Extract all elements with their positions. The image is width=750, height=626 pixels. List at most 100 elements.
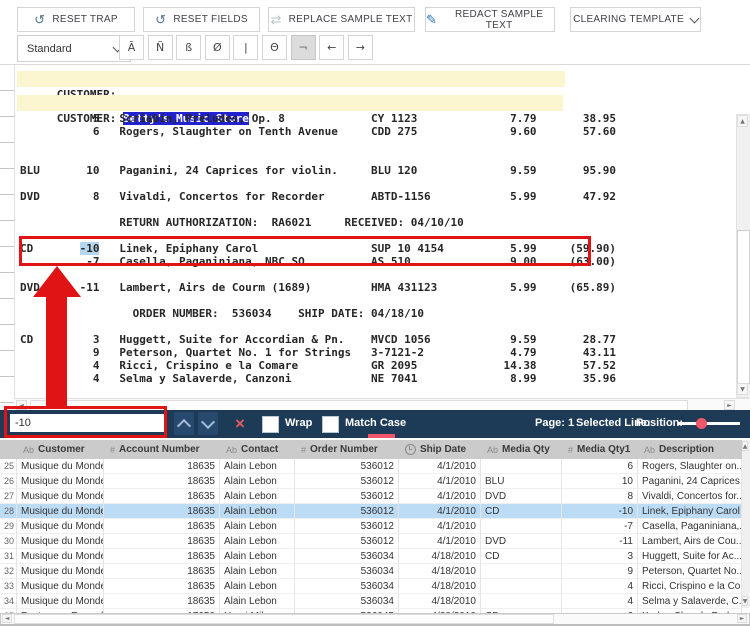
scroll-up-button[interactable]: ▲ [737,115,748,127]
report-line[interactable]: 6 Rogers, Slaughter on Tenth Avenue CDD … [20,125,616,138]
cell-account: 18635 [104,504,220,519]
reset-fields-button[interactable]: ↺ RESET FIELDS [143,7,260,32]
cell-account: 18635 [104,489,220,504]
special-char-button[interactable]: ß [176,35,201,60]
gutter-divider [14,65,15,411]
find-next-button[interactable] [198,412,218,435]
scroll-right-button[interactable]: ► [737,614,747,623]
replace-icon: ⇄ [270,13,281,26]
cell-ship: 4/1/2010 [399,459,481,474]
scroll-thumb[interactable] [14,614,554,624]
replace-sample-text-button[interactable]: ⇄ REPLACE SAMPLE TEXT [268,7,415,32]
find-previous-button[interactable] [174,412,194,435]
cell-desc: Huggett, Suite for Ac... [638,549,742,564]
scroll-right-button[interactable]: ► [724,400,735,410]
special-char-button[interactable]: Ø [205,35,230,60]
report-line[interactable]: ORDER NUMBER: 536034 SHIP DATE: 04/18/10 [20,307,424,320]
cell-customer: Musique du Monde [17,504,104,519]
position-indicator: Position: [636,417,683,429]
cell-account: 18635 [104,579,220,594]
table-row[interactable]: 32Musique du Monde18635Alain Lebon536034… [0,564,742,579]
cell-desc: Selma y Salaverde, C... [638,594,742,609]
column-header[interactable]: AbCustomer [17,440,104,459]
cell-qty1: 3 [562,549,638,564]
annotation-box-search-input [4,406,167,438]
cell-order: 536012 [295,519,399,534]
close-find-button[interactable]: × [228,412,252,435]
column-header[interactable]: AbDescription [638,440,742,459]
special-char-button[interactable]: Ã [119,35,144,60]
position-slider-thumb[interactable] [696,418,707,429]
numeric-type-icon: # [110,445,115,455]
report-line[interactable]: 4 Ricci, Crispino e la Comare GR 2095 14… [20,359,616,372]
special-char-button[interactable]: ← [319,35,344,60]
match-case-checkbox[interactable] [322,416,339,433]
table-row[interactable]: 30Musique du Monde18635Alain Lebon536012… [0,534,742,549]
cell-ship: 4/1/2010 [399,534,481,549]
redact-sample-text-button[interactable]: ✎ REDACT SAMPLE TEXT [425,7,555,32]
cell-num: 27 [0,489,17,504]
page-indicator: Page: 1 [535,417,574,429]
column-header[interactable]: AbMedia Qty [481,440,562,459]
cell-contact: Alain Lebon [220,489,295,504]
text-type-icon: Ab [487,445,498,455]
position-slider-track[interactable] [678,422,740,425]
table-row[interactable]: 29Musique du Monde18635Alain Lebon536012… [0,519,742,534]
wrap-checkbox[interactable] [262,416,279,433]
cell-contact: Alain Lebon [220,579,295,594]
gutter-tick [0,298,14,299]
reset-trap-button[interactable]: ↺ RESET TRAP [17,7,135,32]
report-line[interactable]: 4 Selma y Salaverde, Canzoni NE 7041 8.9… [20,372,616,385]
column-header-label: Media Qty1 [577,444,630,455]
column-header-label: Description [659,444,714,455]
column-header[interactable]: # Account Number [104,440,220,459]
cell-customer: Musique du Monde [17,549,104,564]
table-row[interactable]: 26Musique du Monde18635Alain Lebon536012… [0,474,742,489]
column-header[interactable]: #Order Number [295,440,399,459]
report-line[interactable]: 5 Scriabin, Preludes, Op. 8 CY 1123 7.79… [20,112,616,125]
scroll-up-button[interactable]: ▲ [742,441,748,451]
extracted-data-table: AbCustomer # Account Number AbContact#Order… [0,440,750,626]
cell-order: 536012 [295,474,399,489]
sample-text-line[interactable]: CUSTOMER: Betty's Music Store [17,95,563,111]
scroll-left-button[interactable]: ◄ [2,614,12,623]
report-line[interactable]: CD 3 Huggett, Suite for Accordian & Pn. … [20,333,616,346]
cell-num: 32 [0,564,17,579]
column-header[interactable]: #Media Qty1 [562,440,638,459]
table-row[interactable]: 28Musique du Monde18635Alain Lebon536012… [0,504,742,519]
table-row[interactable]: 25Musique du Monde18635Alain Lebon536012… [0,459,742,474]
special-char-button[interactable]: Ñ [148,35,173,60]
report-line[interactable]: 9 Peterson, Quartet No. 1 for Strings 3-… [20,346,616,359]
table-body: 25Musique du Monde18635Alain Lebon536012… [0,459,742,613]
column-header[interactable]: AbContact [220,440,295,459]
report-line[interactable]: DVD 8 Vivaldi, Concertos for Recorder AB… [20,190,616,203]
special-char-button[interactable]: Θ [262,35,287,60]
clearing-template-button[interactable]: CLEARING TEMPLATE [570,7,701,32]
column-header[interactable]: Ship Date [399,440,481,459]
table-row[interactable]: 31Musique du Monde18635Alain Lebon536034… [0,549,742,564]
redact-pencil-icon: ✎ [426,13,437,26]
report-vertical-scrollbar[interactable]: ▲ ▼ [736,114,750,398]
numeric-type-icon: # [301,445,306,455]
cell-ship: 4/18/2010 [399,549,481,564]
cell-media [481,519,562,534]
trap-type-select[interactable]: Standard [17,35,131,62]
table-row[interactable]: 33Musique du Monde18635Alain Lebon536034… [0,579,742,594]
reset-icon: ↺ [155,13,166,26]
report-line[interactable]: BLU 10 Paganini, 24 Caprices for violin.… [20,164,616,177]
special-char-button[interactable]: | [233,35,258,60]
special-char-button[interactable]: ¬ [291,35,316,60]
scroll-thumb[interactable] [737,230,750,384]
scroll-down-button[interactable]: ▼ [742,596,748,606]
trap-expression-line[interactable]: CUSTOMER: [17,71,565,87]
report-line[interactable]: RETURN AUTHORIZATION: RA6021 RECEIVED: 0… [20,216,464,229]
cell-qty1: 6 [562,459,638,474]
cell-account: 18635 [104,594,220,609]
special-char-button[interactable]: → [348,35,373,60]
scroll-down-button[interactable]: ▼ [737,383,748,395]
report-line[interactable]: DVD -11 Lambert, Airs de Courm (1689) HM… [20,281,616,294]
table-vertical-scrollbar[interactable]: ▲ ▼ [742,440,750,608]
table-row[interactable]: 27Musique du Monde18635Alain Lebon536012… [0,489,742,504]
column-header-label: Account Number [119,444,200,455]
table-row[interactable]: 34Musique du Monde18635Alain Lebon536034… [0,594,742,609]
